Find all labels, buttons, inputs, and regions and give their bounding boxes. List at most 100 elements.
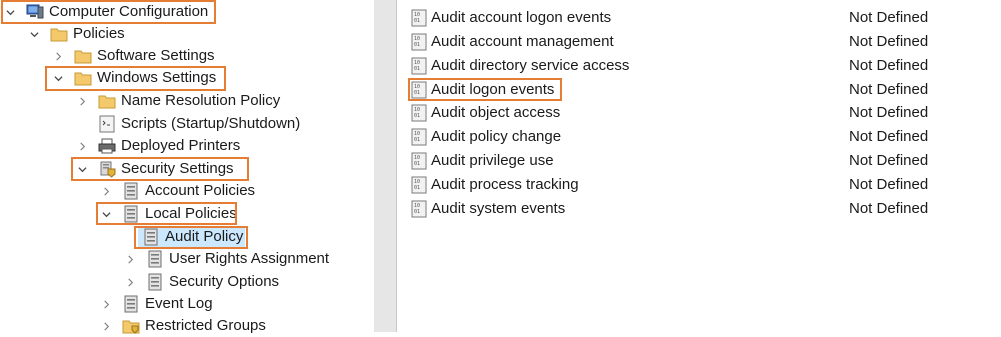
chevron-down-icon[interactable] bbox=[4, 6, 16, 18]
chevron-right-icon[interactable] bbox=[100, 185, 112, 197]
svg-text:01: 01 bbox=[414, 209, 420, 215]
tree-item-local-policies[interactable]: Local Policies bbox=[100, 203, 237, 225]
tree-item-event-log[interactable]: Event Log bbox=[100, 293, 213, 315]
tree-item-label: Deployed Printers bbox=[121, 137, 241, 154]
tree-item-label: Event Log bbox=[145, 295, 213, 312]
audit-item-icon: 1001 bbox=[411, 104, 427, 122]
audit-item-icon: 1001 bbox=[411, 81, 427, 99]
tree-item-label: Restricted Groups bbox=[145, 317, 266, 334]
policy-list-pane: 10 01 Audit account logon events Not Defi… bbox=[397, 0, 1001, 332]
svg-text:01: 01 bbox=[414, 18, 420, 24]
chevron-right-icon[interactable] bbox=[124, 253, 136, 265]
policy-name: Audit process tracking bbox=[431, 176, 579, 193]
policy-name: Audit privilege use bbox=[431, 152, 554, 169]
policy-icon bbox=[146, 250, 164, 268]
policy-icon bbox=[122, 205, 140, 223]
policy-setting: Not Defined bbox=[849, 176, 929, 193]
policy-icon bbox=[142, 228, 160, 246]
policy-setting: Not Defined bbox=[849, 200, 929, 217]
policy-name: Audit account logon events bbox=[431, 9, 612, 26]
policy-name: Audit object access bbox=[431, 104, 561, 121]
tree-item-label: Local Policies bbox=[145, 205, 237, 222]
chevron-right-icon[interactable] bbox=[124, 276, 136, 288]
policy-setting: Not Defined bbox=[849, 128, 929, 145]
tree-item-computer-configuration[interactable]: Computer Configuration bbox=[4, 1, 208, 23]
security-settings-icon bbox=[122, 317, 140, 335]
chevron-right-icon[interactable] bbox=[52, 50, 64, 62]
audit-item-icon: 1001 bbox=[411, 33, 427, 51]
policy-setting: Not Defined bbox=[849, 33, 929, 50]
tree-item-restricted-groups[interactable]: Restricted Groups bbox=[100, 315, 266, 337]
tree-item-security-options[interactable]: Security Options bbox=[124, 271, 279, 293]
chevron-right-icon[interactable] bbox=[100, 320, 112, 332]
list-item[interactable]: 10 01 Audit privilege use Not Defined bbox=[397, 150, 1001, 172]
list-item[interactable]: 10 01 Audit object access Not Defined bbox=[397, 102, 1001, 124]
policy-setting: Not Defined bbox=[849, 104, 929, 121]
chevron-right-icon[interactable] bbox=[76, 95, 88, 107]
audit-item-icon: 1001 bbox=[411, 9, 427, 27]
list-item[interactable]: 10 01 Audit account management Not Define… bbox=[397, 31, 1001, 53]
list-item[interactable]: 10 01 Audit directory service access Not … bbox=[397, 55, 1001, 77]
policy-name: Audit system events bbox=[431, 200, 566, 217]
policy-icon bbox=[122, 182, 140, 200]
policy-name: Audit logon events bbox=[431, 81, 555, 98]
tree-item-security-settings[interactable]: Security Settings bbox=[76, 158, 234, 180]
tree-item-label: Security Settings bbox=[121, 160, 234, 177]
tree-item-label: Windows Settings bbox=[97, 69, 217, 86]
chevron-down-icon[interactable] bbox=[28, 28, 40, 40]
policy-setting: Not Defined bbox=[849, 152, 929, 169]
tree-item-label: Account Policies bbox=[145, 182, 256, 199]
tree-item-policies[interactable]: Policies bbox=[28, 23, 125, 45]
svg-text:01: 01 bbox=[414, 113, 420, 119]
policy-name: Audit account management bbox=[431, 33, 614, 50]
printer-icon bbox=[98, 137, 116, 155]
tree-item-deployed-printers[interactable]: Deployed Printers bbox=[76, 135, 240, 157]
list-item[interactable]: 10 01 Audit logon events Not Defined bbox=[397, 79, 1001, 101]
chevron-down-icon[interactable] bbox=[52, 72, 64, 84]
svg-text:01: 01 bbox=[414, 42, 420, 48]
tree-item-windows-settings[interactable]: Windows Settings bbox=[52, 67, 216, 89]
audit-item-icon: 1001 bbox=[411, 128, 427, 146]
tree-item-label: Security Options bbox=[169, 273, 280, 290]
folder-icon bbox=[50, 25, 68, 43]
chevron-down-icon[interactable] bbox=[100, 208, 112, 220]
tree-item-label: Computer Configuration bbox=[49, 3, 209, 20]
chevron-right-icon[interactable] bbox=[100, 298, 112, 310]
tree-item-name-resolution-policy[interactable]: Name Resolution Policy bbox=[76, 90, 280, 112]
tree-item-user-rights-assignment[interactable]: User Rights Assignment bbox=[124, 248, 329, 270]
chevron-down-icon[interactable] bbox=[76, 163, 88, 175]
audit-item-icon: 1001 bbox=[411, 200, 427, 218]
folder-icon bbox=[74, 47, 92, 65]
policy-name: Audit policy change bbox=[431, 128, 562, 145]
tree-item-software-settings[interactable]: Software Settings bbox=[52, 45, 215, 67]
list-item[interactable]: 10 01 Audit policy change Not Defined bbox=[397, 126, 1001, 148]
tree-item-scripts[interactable]: Scripts (Startup/Shutdown) bbox=[98, 113, 300, 135]
tree-item-label: Scripts (Startup/Shutdown) bbox=[121, 115, 301, 132]
policy-setting: Not Defined bbox=[849, 57, 929, 74]
svg-text:01: 01 bbox=[414, 66, 420, 72]
policy-setting: Not Defined bbox=[849, 9, 929, 26]
tree-item-label: Software Settings bbox=[97, 47, 215, 64]
tree-item-label: User Rights Assignment bbox=[169, 250, 330, 267]
list-item[interactable]: 10 01 Audit process tracking Not Defined bbox=[397, 174, 1001, 196]
policy-setting: Not Defined bbox=[849, 81, 929, 98]
folder-icon bbox=[74, 69, 92, 87]
list-item[interactable]: 10 01 Audit account logon events Not Defi… bbox=[397, 7, 1001, 29]
policy-name: Audit directory service access bbox=[431, 57, 630, 74]
pane-splitter[interactable] bbox=[374, 0, 396, 332]
list-item[interactable]: 10 01 Audit system events Not Defined bbox=[397, 198, 1001, 220]
tree-item-label: Policies bbox=[73, 25, 125, 42]
svg-text:01: 01 bbox=[414, 161, 420, 167]
svg-text:01: 01 bbox=[414, 137, 420, 143]
tree-pane: Computer Configuration Policies Software… bbox=[0, 0, 374, 334]
script-icon bbox=[98, 115, 116, 133]
tree-item-account-policies[interactable]: Account Policies bbox=[100, 180, 255, 202]
svg-text:01: 01 bbox=[414, 90, 420, 96]
tree-item-audit-policy[interactable]: Audit Policy bbox=[142, 226, 243, 248]
tree-item-label: Audit Policy bbox=[165, 228, 244, 245]
svg-text:01: 01 bbox=[414, 185, 420, 191]
computer-icon bbox=[26, 3, 44, 21]
audit-item-icon: 1001 bbox=[411, 176, 427, 194]
tree-item-label: Name Resolution Policy bbox=[121, 92, 281, 109]
chevron-right-icon[interactable] bbox=[76, 140, 88, 152]
